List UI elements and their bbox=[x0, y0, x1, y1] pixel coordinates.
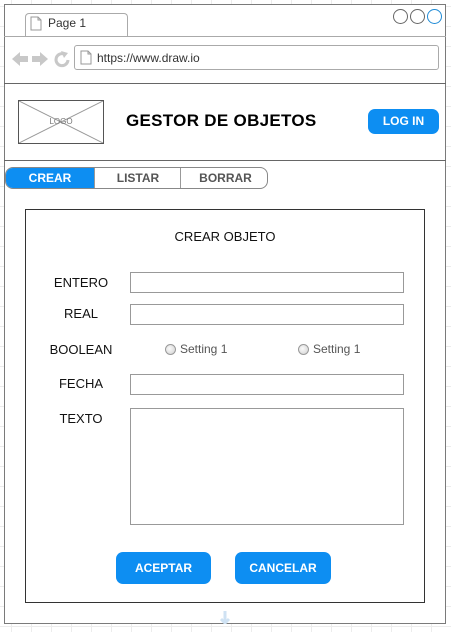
real-input[interactable] bbox=[130, 304, 404, 325]
texto-label: TEXTO bbox=[59, 411, 103, 426]
tab-listar[interactable]: LISTAR bbox=[94, 168, 181, 188]
reload-icon[interactable] bbox=[54, 51, 70, 68]
login-button[interactable]: LOG IN bbox=[368, 109, 439, 134]
address-divider bbox=[4, 83, 446, 84]
forward-arrow-icon[interactable] bbox=[32, 52, 48, 66]
window-close-icon[interactable] bbox=[427, 9, 442, 24]
logo-text: LOGO bbox=[49, 117, 73, 126]
tab-title: Page 1 bbox=[48, 16, 87, 30]
back-arrow-icon[interactable] bbox=[12, 52, 28, 66]
accept-button[interactable]: ACEPTAR bbox=[116, 552, 211, 584]
radio-option-1[interactable] bbox=[165, 344, 176, 355]
header-divider bbox=[4, 160, 446, 161]
guide-arrow-down-icon bbox=[219, 611, 231, 624]
fecha-input[interactable] bbox=[130, 374, 404, 395]
tab-divider bbox=[4, 36, 446, 37]
page-icon bbox=[80, 50, 92, 65]
radio-option-2-label: Setting 1 bbox=[313, 342, 361, 356]
cancel-button[interactable]: CANCELAR bbox=[235, 552, 331, 584]
fecha-label: FECHA bbox=[58, 376, 104, 391]
window-minimize-icon[interactable] bbox=[393, 9, 408, 24]
page-title: GESTOR DE OBJETOS bbox=[126, 111, 317, 130]
tab-bar: CREAR LISTAR BORRAR bbox=[5, 167, 268, 189]
tab-crear[interactable]: CREAR bbox=[6, 168, 94, 188]
url-text: https://www.draw.io bbox=[97, 51, 200, 65]
navigation-controls bbox=[12, 51, 70, 68]
entero-label: ENTERO bbox=[53, 275, 109, 290]
radio-option-1-label: Setting 1 bbox=[180, 342, 228, 356]
page-icon bbox=[30, 16, 42, 31]
real-label: REAL bbox=[64, 306, 98, 321]
texto-textarea[interactable] bbox=[130, 408, 404, 525]
radio-option-2[interactable] bbox=[298, 344, 309, 355]
form-title: CREAR OBJETO bbox=[174, 229, 276, 244]
boolean-label: BOOLEAN bbox=[49, 342, 113, 357]
form-panel bbox=[25, 209, 425, 603]
entero-input[interactable] bbox=[130, 272, 404, 293]
window-maximize-icon[interactable] bbox=[410, 9, 425, 24]
tab-borrar[interactable]: BORRAR bbox=[180, 168, 267, 188]
